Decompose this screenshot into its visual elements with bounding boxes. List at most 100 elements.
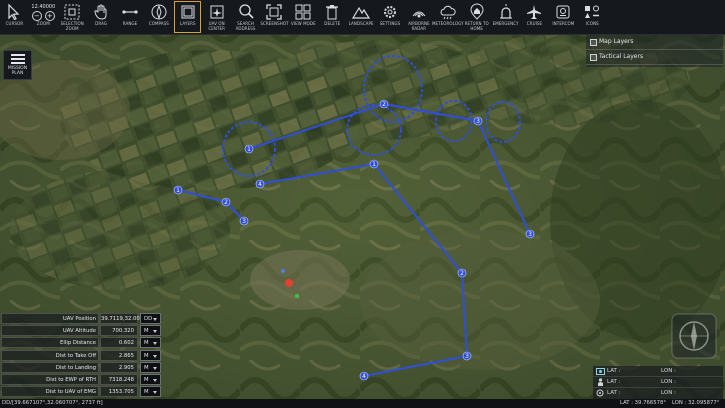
- tool-cruise[interactable]: CRUISE: [520, 0, 549, 34]
- layers-icon: [181, 5, 195, 19]
- tool-zoom-label: ZOOM: [36, 21, 50, 26]
- unit-select[interactable]: M: [140, 373, 161, 385]
- tool-view-mode[interactable]: VIEW MODE: [289, 0, 318, 34]
- unit-select[interactable]: M: [140, 386, 161, 398]
- trash-icon: [326, 5, 339, 20]
- tool-range-label: RANGE: [122, 21, 138, 26]
- zoom-out-icon[interactable]: −: [31, 11, 42, 21]
- tool-icons[interactable]: ICONS: [578, 0, 607, 34]
- tool-view-mode-label: VIEW MODE: [290, 21, 316, 26]
- coord-lat: LAT :: [607, 379, 621, 386]
- weather-icon: [440, 5, 456, 20]
- telemetry-value: 39.7119,32.0070: [100, 313, 147, 324]
- plane-icon: [527, 5, 542, 19]
- tool-emergency-label: EMERGENCY: [492, 21, 519, 26]
- tool-return-to-home-label: RETURN TO HOME: [464, 21, 489, 31]
- tool-delete-label: DELETE: [324, 21, 341, 26]
- unit-select[interactable]: M: [140, 349, 161, 361]
- telemetry-label: Dist to EWP of RTH: [1, 373, 99, 385]
- zoom-in-icon[interactable]: +: [44, 11, 55, 21]
- unit-select[interactable]: M: [140, 325, 161, 337]
- telemetry-row: Dist to EWP of RTH 7318.248 M: [1, 373, 161, 386]
- waypoint-label: 1: [247, 146, 251, 153]
- tool-meteorology-label: METEOROLOGY: [431, 21, 464, 26]
- tool-screenshot[interactable]: SCREENSHOT: [260, 0, 289, 34]
- waypoint-label: 1: [176, 187, 180, 194]
- mission-plan-button[interactable]: MISSION PLAN: [3, 50, 32, 80]
- layer-label: Tactical Layers: [599, 53, 644, 60]
- tool-drag[interactable]: DRAG: [87, 0, 116, 34]
- unit-select[interactable]: DD: [140, 313, 161, 324]
- tool-cursor[interactable]: CURSOR: [0, 0, 29, 34]
- unit-select[interactable]: M: [140, 337, 161, 349]
- telemetry-label: Dist to Landing: [1, 361, 99, 373]
- telemetry-row: Dist to Take Off 2.865 M: [1, 349, 161, 362]
- tool-compass-label: COMPASS: [148, 21, 169, 26]
- waypoint-label: 3: [242, 218, 246, 225]
- navigation-compass[interactable]: [668, 310, 720, 362]
- tool-settings-label: SETTINGS: [379, 21, 401, 26]
- unit-select[interactable]: M: [140, 361, 161, 373]
- tool-uav-on-center[interactable]: UAV ON CENTER: [202, 0, 231, 34]
- uav-marker[interactable]: [285, 279, 293, 287]
- tool-range[interactable]: RANGE: [116, 0, 145, 34]
- telemetry-value: 700.320: [100, 325, 138, 337]
- waypoint-label: 3: [465, 353, 469, 360]
- coord-lon: LON :: [661, 390, 676, 397]
- mission-plan-label: MISSION PLAN: [7, 66, 28, 76]
- layer-tactical-layers[interactable]: Tactical Layers: [586, 50, 723, 65]
- tool-selection-zoom[interactable]: SELECTION ZOOM: [58, 0, 87, 34]
- layers-panel: Map Layers Tactical Layers: [586, 35, 723, 67]
- telemetry-row: Dist to UAV of EMG 1353.705 M: [1, 386, 161, 398]
- tool-return-to-home[interactable]: RETURN TO HOME: [462, 0, 491, 34]
- coord-row: LAT : LON :: [593, 366, 723, 378]
- tool-intercom[interactable]: INTERCOM: [549, 0, 578, 34]
- tool-layers-label: LAYERS: [179, 21, 196, 26]
- tool-emergency[interactable]: EMERGENCY: [491, 0, 520, 34]
- coord-lat: LAT :: [607, 368, 621, 375]
- waypoint-label: 2: [460, 270, 464, 277]
- checkbox-icon[interactable]: [590, 53, 597, 61]
- menu-icon: [10, 54, 25, 64]
- telemetry-row: UAV Position 39.7119,32.0070 DD: [1, 313, 161, 325]
- telemetry-label: Dist to UAV of EMG: [1, 386, 99, 398]
- waypoint-label: 3: [528, 231, 532, 238]
- tool-layers[interactable]: LAYERS: [173, 0, 202, 34]
- view-mode-icon: [295, 4, 311, 20]
- tool-landscape[interactable]: LANDSCAPE: [347, 0, 376, 34]
- tool-meteorology[interactable]: METEOROLOGY: [431, 0, 464, 34]
- tool-cruise-label: CRUISE: [526, 21, 543, 26]
- telemetry-value: 0.602: [100, 337, 138, 349]
- radar-icon: [412, 11, 426, 18]
- zoom-value: 12.40000: [31, 4, 56, 10]
- range-icon: [122, 10, 138, 14]
- checkbox-icon[interactable]: [590, 38, 597, 46]
- telemetry-panel: UAV Position 39.7119,32.0070 DD UAV Altitu…: [1, 313, 161, 398]
- tool-compass[interactable]: COMPASS: [144, 0, 173, 34]
- icons-icon: [585, 5, 600, 18]
- telemetry-row: UAV Altitude 700.320 M: [1, 325, 161, 337]
- tool-zoom[interactable]: 12.40000 − + ZOOM: [29, 0, 58, 34]
- tool-search-address[interactable]: SEARCH ADDRESS: [231, 0, 260, 34]
- telemetry-row: Dist to Landing 2.905 M: [1, 361, 161, 374]
- telemetry-value: 7318.248: [100, 373, 138, 385]
- target-icon: [595, 389, 605, 397]
- uav-icon: [595, 367, 605, 375]
- intercom-icon: [556, 5, 570, 19]
- tool-settings[interactable]: SETTINGS: [376, 0, 405, 34]
- telemetry-row: Ellip Distance 0.602 M: [1, 337, 161, 349]
- tool-delete[interactable]: DELETE: [318, 0, 347, 34]
- compass-icon: [151, 4, 167, 20]
- cursor-position: DD/[39.667107°,32.060707°, 2737 ft]: [2, 400, 103, 406]
- home-pin-icon: [470, 3, 484, 20]
- telemetry-value: 2.905: [100, 361, 138, 373]
- search-icon: [238, 4, 254, 19]
- waypoint-label: 4: [258, 181, 262, 188]
- tool-uav-on-center-label: UAV ON CENTER: [208, 21, 226, 31]
- mountain-icon: [352, 6, 371, 19]
- tool-airborne-radar[interactable]: AIRBORNE RADAR: [404, 0, 433, 34]
- telemetry-label: Ellip Distance: [1, 337, 99, 349]
- tool-screenshot-label: SCREENSHOT: [260, 21, 289, 26]
- layer-map-layers[interactable]: Map Layers: [586, 35, 723, 50]
- coordinates-panel: LAT : LON : LAT : LON : LAT : LON :: [593, 366, 723, 400]
